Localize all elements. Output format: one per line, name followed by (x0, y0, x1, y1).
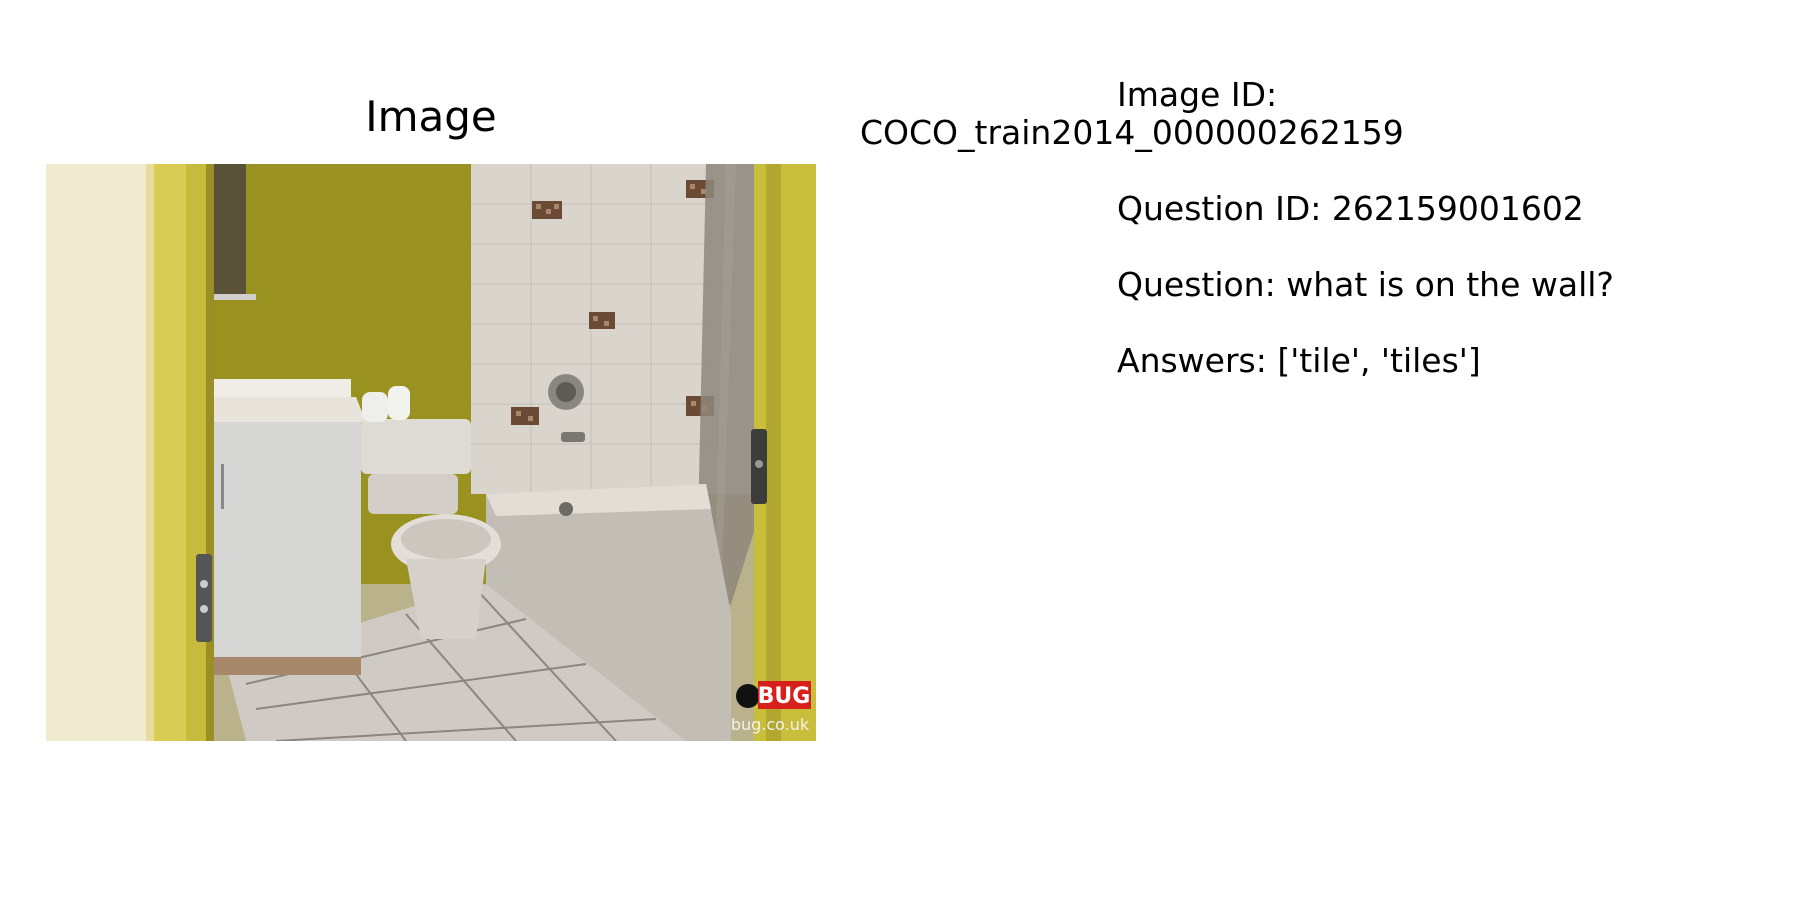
answers-label: Answers: (1117, 341, 1267, 380)
bathroom-photo-illustration: BUG bug.co.uk (46, 164, 816, 741)
question-value: what is on the wall? (1286, 265, 1614, 304)
watermark-url: bug.co.uk (731, 715, 810, 734)
bathroom-photo: BUG bug.co.uk (46, 164, 816, 741)
watermark: BUG bug.co.uk (731, 681, 811, 734)
watermark-brand: BUG (758, 684, 811, 709)
vqa-info-panel: Image ID: COCO_train2014_000000262159 Qu… (860, 76, 1760, 380)
question-row: Question: what is on the wall? (860, 266, 1760, 304)
question-id-value: 262159001602 (1331, 189, 1584, 228)
question-label: Question: (1117, 265, 1276, 304)
image-panel-title: Image (365, 92, 497, 141)
image-id-label: Image ID: (1117, 75, 1278, 114)
image-id-value: COCO_train2014_000000262159 (860, 113, 1404, 152)
question-id-row: Question ID: 262159001602 (860, 190, 1760, 228)
answers-row: Answers: ['tile', 'tiles'] (860, 342, 1760, 380)
question-id-label: Question ID: (1117, 189, 1322, 228)
answers-value: ['tile', 'tiles'] (1277, 341, 1481, 380)
